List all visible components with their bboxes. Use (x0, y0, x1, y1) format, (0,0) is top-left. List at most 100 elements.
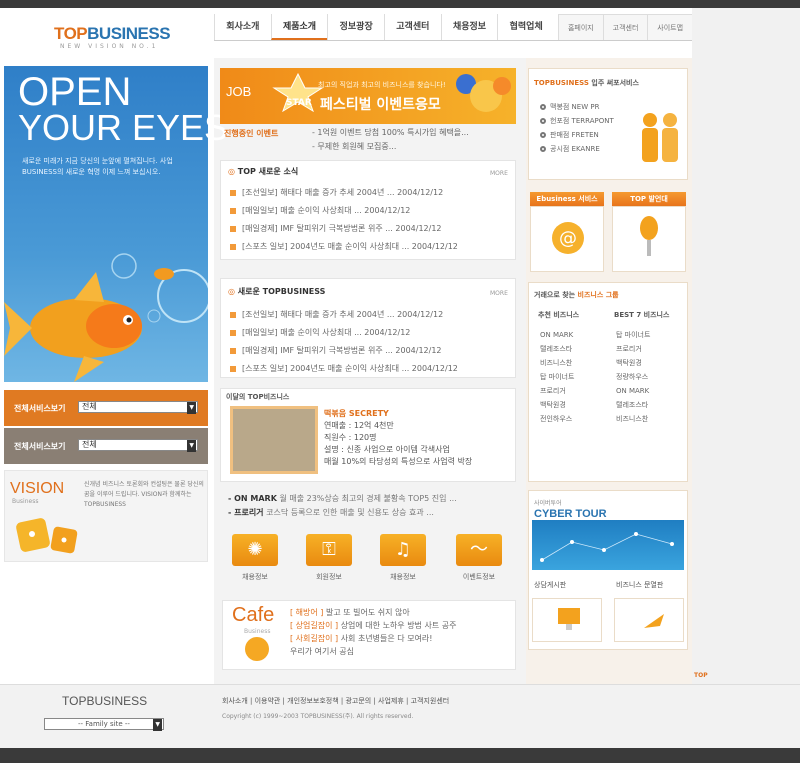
tab-top-speaker[interactable]: TOP 발언대 (612, 192, 686, 206)
icon-label-events: 이벤트정보 (462, 573, 496, 581)
event-label: 진행중인 이벤트 (224, 129, 279, 138)
recommended-item[interactable]: 탤레조스타 (540, 342, 574, 356)
news-item[interactable]: [조선일보] 해태다 매출 증가 추세 2004년 ... 2004/12/12 (230, 306, 520, 324)
recommended-item[interactable]: ON MARK (540, 328, 574, 342)
service-select-label: 전체서비스보기 (14, 442, 66, 451)
best7-item[interactable]: 탤레조스타 (616, 398, 650, 412)
best7-item[interactable]: ON MARK (616, 384, 650, 398)
footer-links[interactable]: 회사소개 | 이용약관 | 개인정보보호정책 | 광고문의 | 사업제휴 | 고… (222, 696, 449, 706)
logo-top-text: TOP (54, 24, 88, 43)
cafe-line[interactable]: [ 해방어 ] 발고 또 빌어도 쉬지 않아 (290, 606, 456, 619)
event-lines: - 1억원 이벤트 당첨 100% 특시가입 혜택을... - 무제한 회원혜 … (312, 126, 469, 154)
cafe-line[interactable]: 우리가 여기서 공심 (290, 645, 456, 658)
mark-label: - 프로리거 (228, 508, 264, 517)
cyber-tour-title[interactable]: CYBER TOUR (534, 508, 607, 520)
back-to-top-link[interactable]: TOP (694, 672, 708, 679)
circle-bullet-icon: ◎ (228, 287, 238, 296)
nav-jobs[interactable]: 채용정보 (440, 14, 498, 40)
rocket-icon (644, 614, 664, 628)
orange-ball-icon (245, 637, 269, 661)
news-item[interactable]: [매일일보] 매출 순이익 사상최대 ... 2004/12/12 (230, 324, 520, 342)
event-line[interactable]: - 1억원 이벤트 당첨 100% 특시가입 혜택을... (312, 126, 469, 140)
cafe-line[interactable]: [ 사회길잡이 ] 사회 초년병들은 다 모여라! (290, 632, 456, 645)
hero-description: 새로운 미래가 지금 당신의 눈앞에 펼쳐집니다. 사업 BUSINESS의 새… (22, 157, 173, 176)
cafe-line[interactable]: [ 상업길잡이 ] 상업에 대한 노하우 방법 사트 공주 (290, 619, 456, 632)
service-select-1[interactable]: 전체 (78, 401, 198, 414)
cafe-line-text: 발고 또 빌어도 쉬지 않아 (325, 608, 410, 617)
tab-ebusiness[interactable]: Ebusiness 서비스 (530, 192, 604, 206)
cyber-tour-map[interactable] (532, 520, 684, 570)
best7-item[interactable]: 비즈니스찬 (616, 412, 650, 426)
feature-name[interactable]: 떡볶음 SECRETY (324, 408, 514, 420)
service-item[interactable]: 헌포점 TERRAPONT (540, 114, 614, 128)
banner-title: 페스티벌 이벤트응모 (320, 97, 441, 113)
util-support[interactable]: 고객센터 (602, 15, 648, 40)
footer-copyright: Copyright (c) 1999~2003 TOPBUSINESS(주). … (222, 713, 414, 720)
nav-divider (214, 40, 692, 41)
news2-more-link[interactable]: MORE (490, 290, 508, 297)
util-sitemap[interactable]: 사이트맵 (647, 15, 692, 40)
ring-bullet-icon (540, 118, 546, 124)
nav-support[interactable]: 고객센터 (384, 14, 441, 40)
ring-bullet-icon (540, 146, 546, 152)
nav-products[interactable]: 제품소개 (270, 14, 328, 40)
rank-title-a: 거래으로 찾는 (534, 291, 576, 299)
cafe-subtitle: Business (244, 628, 271, 635)
best7-item[interactable]: 탑 마이너트 (616, 328, 650, 342)
mark-text: 월 매출 23%상승 최고의 경제 불황속 TOP5 진입 ... (279, 494, 457, 503)
cafe-title[interactable]: Cafe (232, 604, 274, 627)
recommended-item[interactable]: 전인하우스 (540, 412, 574, 426)
best7-item[interactable]: 정량하우스 (616, 370, 650, 384)
cafe-line-key: [ 사회길잡이 ] (290, 634, 339, 643)
footer-logo[interactable]: TOPBUSINESS (62, 694, 147, 708)
util-home[interactable]: 홈페이지 (558, 15, 603, 40)
news-item[interactable]: [매일일보] 매출 순이익 사상최대 ... 2004/12/12 (230, 202, 520, 220)
lightbulb-icon[interactable]: ✺ (232, 534, 278, 566)
news-item[interactable]: [스포츠 일보] 2004년도 매출 순이익 사상최대 ... 2004/12/… (230, 238, 520, 256)
best7-item[interactable]: 백탁원경 (616, 356, 650, 370)
feature-info-line: 매월 10%의 타당성의 특성으로 사업력 박장 (324, 457, 473, 466)
news2-list: [조선일보] 해태다 매출 증가 추세 2004년 ... 2004/12/12… (230, 306, 520, 378)
nav-partners[interactable]: 협력업체 (497, 14, 554, 40)
best7-item[interactable]: 프로리거 (616, 342, 650, 356)
news-item[interactable]: [스포츠 일보] 2004년도 매출 순이익 사상최대 ... 2004/12/… (230, 360, 520, 378)
vision-title: VISION (10, 480, 65, 497)
family-site-select[interactable]: -- Family site -- (44, 718, 164, 731)
banner-star-text: STAR (286, 98, 312, 108)
news-item[interactable]: [매일경제] IMF 탈피위기 극복방법론 위주 ... 2004/12/12 (230, 342, 520, 360)
cafe-line-key: [ 해방어 ] (290, 608, 324, 617)
main-nav: 회사소개 제품소개 정보광장 고객센터 채용정보 협력업체 (214, 14, 554, 40)
consult-board-link[interactable]: 상담게시판 (534, 580, 566, 590)
news-item[interactable]: [매일경제] IMF 탈피위기 극복방법론 위주 ... 2004/12/12 (230, 220, 520, 238)
bell-icon[interactable]: ♫ (380, 534, 426, 566)
business-board-link[interactable]: 비즈니스 문열판 (616, 580, 663, 590)
news-item[interactable]: [조선일보] 해태다 매출 증가 추세 2004년 ... 2004/12/12 (230, 184, 520, 202)
recommended-item[interactable]: 비즈니스찬 (540, 356, 574, 370)
key-icon[interactable]: ⚿ (306, 534, 352, 566)
service-select-label: 전체서비스보기 (14, 404, 66, 413)
right-margin (692, 8, 800, 684)
microphone-icon (640, 216, 658, 256)
feature-photo[interactable] (230, 406, 318, 474)
recommended-item[interactable]: 프로리거 (540, 384, 574, 398)
service-select-panel-1: 전체서비스보기 전체 (4, 390, 208, 426)
nav-company[interactable]: 회사소개 (214, 14, 271, 40)
mark-row[interactable]: - 프로리거 코스닥 등록으로 인한 매출 및 신용도 상승 효과 ... (228, 506, 457, 520)
swoosh-icon[interactable]: 〜 (456, 534, 502, 566)
service-select-2[interactable]: 전체 (78, 439, 198, 452)
news1-more-link[interactable]: MORE (490, 170, 508, 177)
service-item[interactable]: 공시점 EKANRE (540, 142, 614, 156)
recommended-item[interactable]: 탑 마이너트 (540, 370, 574, 384)
mark-row[interactable]: - ON MARK 월 매출 23%상승 최고의 경제 불황속 TOP5 진입 … (228, 492, 457, 506)
site-logo[interactable]: TOPBUSINESS (54, 24, 171, 44)
cafe-line-text: 상업에 대한 노하우 방법 사트 공주 (340, 621, 457, 630)
service-item-label: 공시점 EKANRE (550, 145, 600, 153)
event-line[interactable]: - 무제한 회원혜 모집중... (312, 140, 469, 154)
service-item[interactable]: 맥봉점 NEW PR (540, 100, 614, 114)
service-item[interactable]: 판매점 FRETEN (540, 128, 614, 142)
nav-info[interactable]: 정보광장 (327, 14, 384, 40)
recommended-item[interactable]: 백탁원경 (540, 398, 574, 412)
bottom-frame-bar (0, 748, 800, 763)
service-item-label: 맥봉점 NEW PR (550, 103, 600, 111)
news1-title-text: TOP 새로운 소식 (237, 167, 299, 176)
